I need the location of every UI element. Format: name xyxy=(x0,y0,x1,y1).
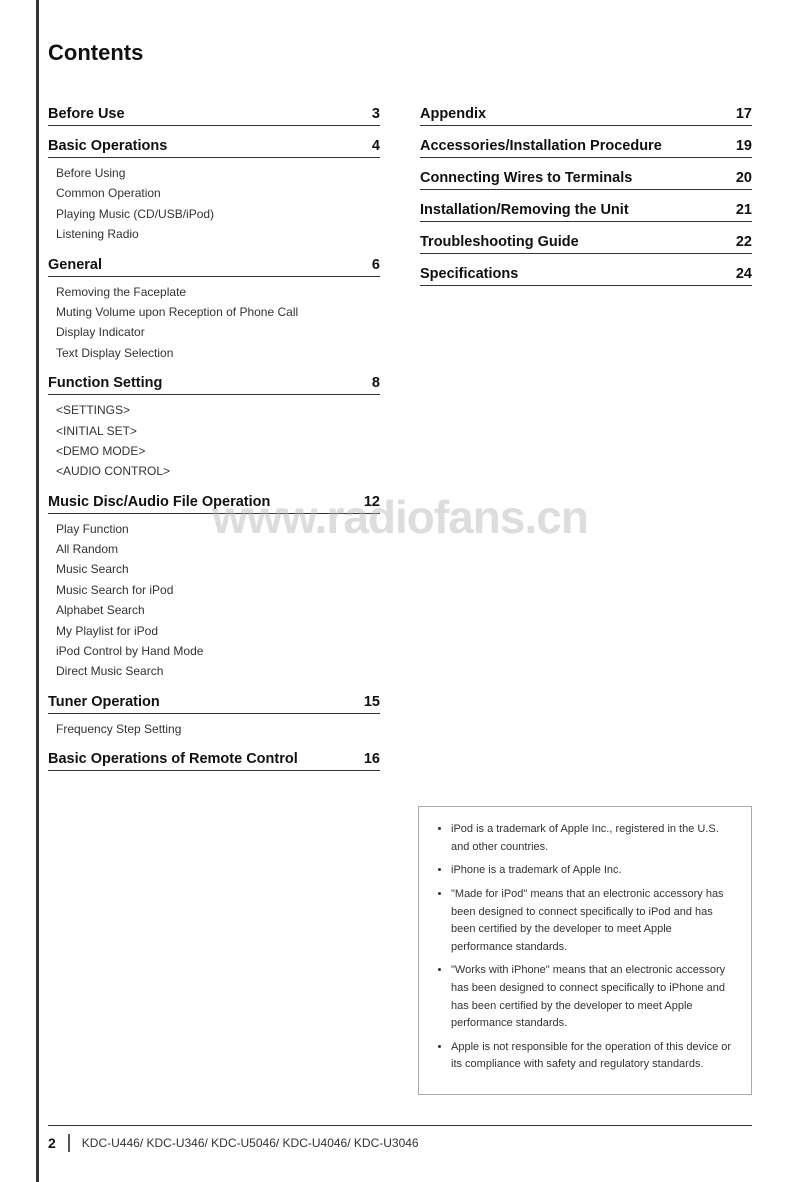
section-header: Before Use 3 xyxy=(48,106,380,126)
left-section-0: Before Use 3 xyxy=(48,106,380,126)
section-page: 21 xyxy=(736,202,752,218)
section-title: Specifications xyxy=(420,266,518,282)
section-page: 24 xyxy=(736,266,752,282)
section-title: Function Setting xyxy=(48,375,162,391)
section-title: Installation/Removing the Unit xyxy=(420,202,629,218)
disclaimer-item: iPhone is a trademark of Apple Inc. xyxy=(451,862,735,880)
left-section-1: Basic Operations 4 Before UsingCommon Oper… xyxy=(48,138,380,245)
sub-items: Play FunctionAll RandomMusic SearchMusic… xyxy=(56,519,380,682)
section-header: Installation/Removing the Unit 21 xyxy=(420,202,752,222)
sub-items: Removing the FaceplateMuting Volume upon… xyxy=(56,282,380,364)
section-header: Music Disc/Audio File Operation 12 xyxy=(48,494,380,514)
section-page: 20 xyxy=(736,170,752,186)
section-title: Connecting Wires to Terminals xyxy=(420,170,632,186)
left-section-6: Basic Operations of Remote Control 16 xyxy=(48,751,380,771)
left-section-3: Function Setting 8 <SETTINGS><INITIAL SET>… xyxy=(48,375,380,482)
sub-item: <DEMO MODE> xyxy=(56,441,380,461)
section-header: Connecting Wires to Terminals 20 xyxy=(420,170,752,190)
sub-items: Frequency Step Setting xyxy=(56,719,380,739)
page-title: Contents xyxy=(48,40,752,66)
section-page: 16 xyxy=(364,751,380,767)
section-header: Specifications 24 xyxy=(420,266,752,286)
right-section-4: Troubleshooting Guide 22 xyxy=(420,234,752,254)
sub-item: Playing Music (CD/USB/iPod) xyxy=(56,204,380,224)
footer-page-number: 2 xyxy=(48,1135,56,1151)
sub-item: Text Display Selection xyxy=(56,343,380,363)
sub-item: Direct Music Search xyxy=(56,661,380,681)
section-page: 22 xyxy=(736,234,752,250)
section-title: Troubleshooting Guide xyxy=(420,234,579,250)
section-header: Function Setting 8 xyxy=(48,375,380,395)
disclaimer-list: iPod is a trademark of Apple Inc., regis… xyxy=(435,821,735,1074)
disclaimer-item: iPod is a trademark of Apple Inc., regis… xyxy=(451,821,735,856)
right-section-2: Connecting Wires to Terminals 20 xyxy=(420,170,752,190)
section-page: 8 xyxy=(372,375,380,391)
right-column: Appendix 17 Accessories/Installation Proce… xyxy=(420,94,752,776)
section-page: 19 xyxy=(736,138,752,154)
section-header: Basic Operations of Remote Control 16 xyxy=(48,751,380,771)
sub-item: Removing the Faceplate xyxy=(56,282,380,302)
left-section-5: Tuner Operation 15 Frequency Step Setting xyxy=(48,694,380,739)
sub-item: <INITIAL SET> xyxy=(56,421,380,441)
sub-item: iPod Control by Hand Mode xyxy=(56,641,380,661)
section-header: Basic Operations 4 xyxy=(48,138,380,158)
sub-item: Music Search xyxy=(56,559,380,579)
sub-item: All Random xyxy=(56,539,380,559)
section-title: Basic Operations xyxy=(48,138,167,154)
section-title: Appendix xyxy=(420,106,486,122)
contents-columns: Before Use 3 Basic Operations 4 Before Using… xyxy=(48,94,752,776)
sub-items: <SETTINGS><INITIAL SET><DEMO MODE><AUDIO… xyxy=(56,400,380,482)
section-header: General 6 xyxy=(48,257,380,277)
right-section-0: Appendix 17 xyxy=(420,106,752,126)
disclaimer-item: "Made for iPod" means that an electronic… xyxy=(451,886,735,956)
section-page: 6 xyxy=(372,257,380,273)
section-title: Before Use xyxy=(48,106,125,122)
right-section-5: Specifications 24 xyxy=(420,266,752,286)
right-section-3: Installation/Removing the Unit 21 xyxy=(420,202,752,222)
sub-item: Listening Radio xyxy=(56,224,380,244)
sub-item: Music Search for iPod xyxy=(56,580,380,600)
sub-item: My Playlist for iPod xyxy=(56,621,380,641)
section-page: 4 xyxy=(372,138,380,154)
section-title: Accessories/Installation Procedure xyxy=(420,138,662,154)
right-section-1: Accessories/Installation Procedure 19 xyxy=(420,138,752,158)
sub-item: Before Using xyxy=(56,163,380,183)
section-header: Appendix 17 xyxy=(420,106,752,126)
sub-item: Common Operation xyxy=(56,183,380,203)
section-page: 15 xyxy=(364,694,380,710)
footer-model-text: KDC-U446/ KDC-U346/ KDC-U5046/ KDC-U4046… xyxy=(82,1136,419,1150)
footer: 2 KDC-U446/ KDC-U346/ KDC-U5046/ KDC-U40… xyxy=(48,1125,752,1152)
disclaimer-box: iPod is a trademark of Apple Inc., regis… xyxy=(418,806,752,1095)
section-header: Troubleshooting Guide 22 xyxy=(420,234,752,254)
section-header: Tuner Operation 15 xyxy=(48,694,380,714)
section-page: 12 xyxy=(364,494,380,510)
disclaimer-item: "Works with iPhone" means that an electr… xyxy=(451,962,735,1032)
section-title: General xyxy=(48,257,102,273)
section-title: Basic Operations of Remote Control xyxy=(48,751,298,767)
sub-item: <SETTINGS> xyxy=(56,400,380,420)
section-header: Accessories/Installation Procedure 19 xyxy=(420,138,752,158)
left-border xyxy=(36,0,39,1182)
section-page: 3 xyxy=(372,106,380,122)
sub-item: Frequency Step Setting xyxy=(56,719,380,739)
section-title: Tuner Operation xyxy=(48,694,160,710)
left-column: Before Use 3 Basic Operations 4 Before Using… xyxy=(48,94,380,776)
disclaimer-item: Apple is not responsible for the operati… xyxy=(451,1039,735,1074)
section-title: Music Disc/Audio File Operation xyxy=(48,494,270,510)
section-page: 17 xyxy=(736,106,752,122)
sub-item: Display Indicator xyxy=(56,322,380,342)
sub-item: <AUDIO CONTROL> xyxy=(56,461,380,481)
sub-item: Play Function xyxy=(56,519,380,539)
left-section-4: Music Disc/Audio File Operation 12 Play Fu… xyxy=(48,494,380,682)
sub-items: Before UsingCommon OperationPlaying Musi… xyxy=(56,163,380,245)
footer-divider xyxy=(68,1134,70,1152)
sub-item: Alphabet Search xyxy=(56,600,380,620)
left-section-2: General 6 Removing the FaceplateMuting Vol… xyxy=(48,257,380,364)
sub-item: Muting Volume upon Reception of Phone Ca… xyxy=(56,302,380,322)
